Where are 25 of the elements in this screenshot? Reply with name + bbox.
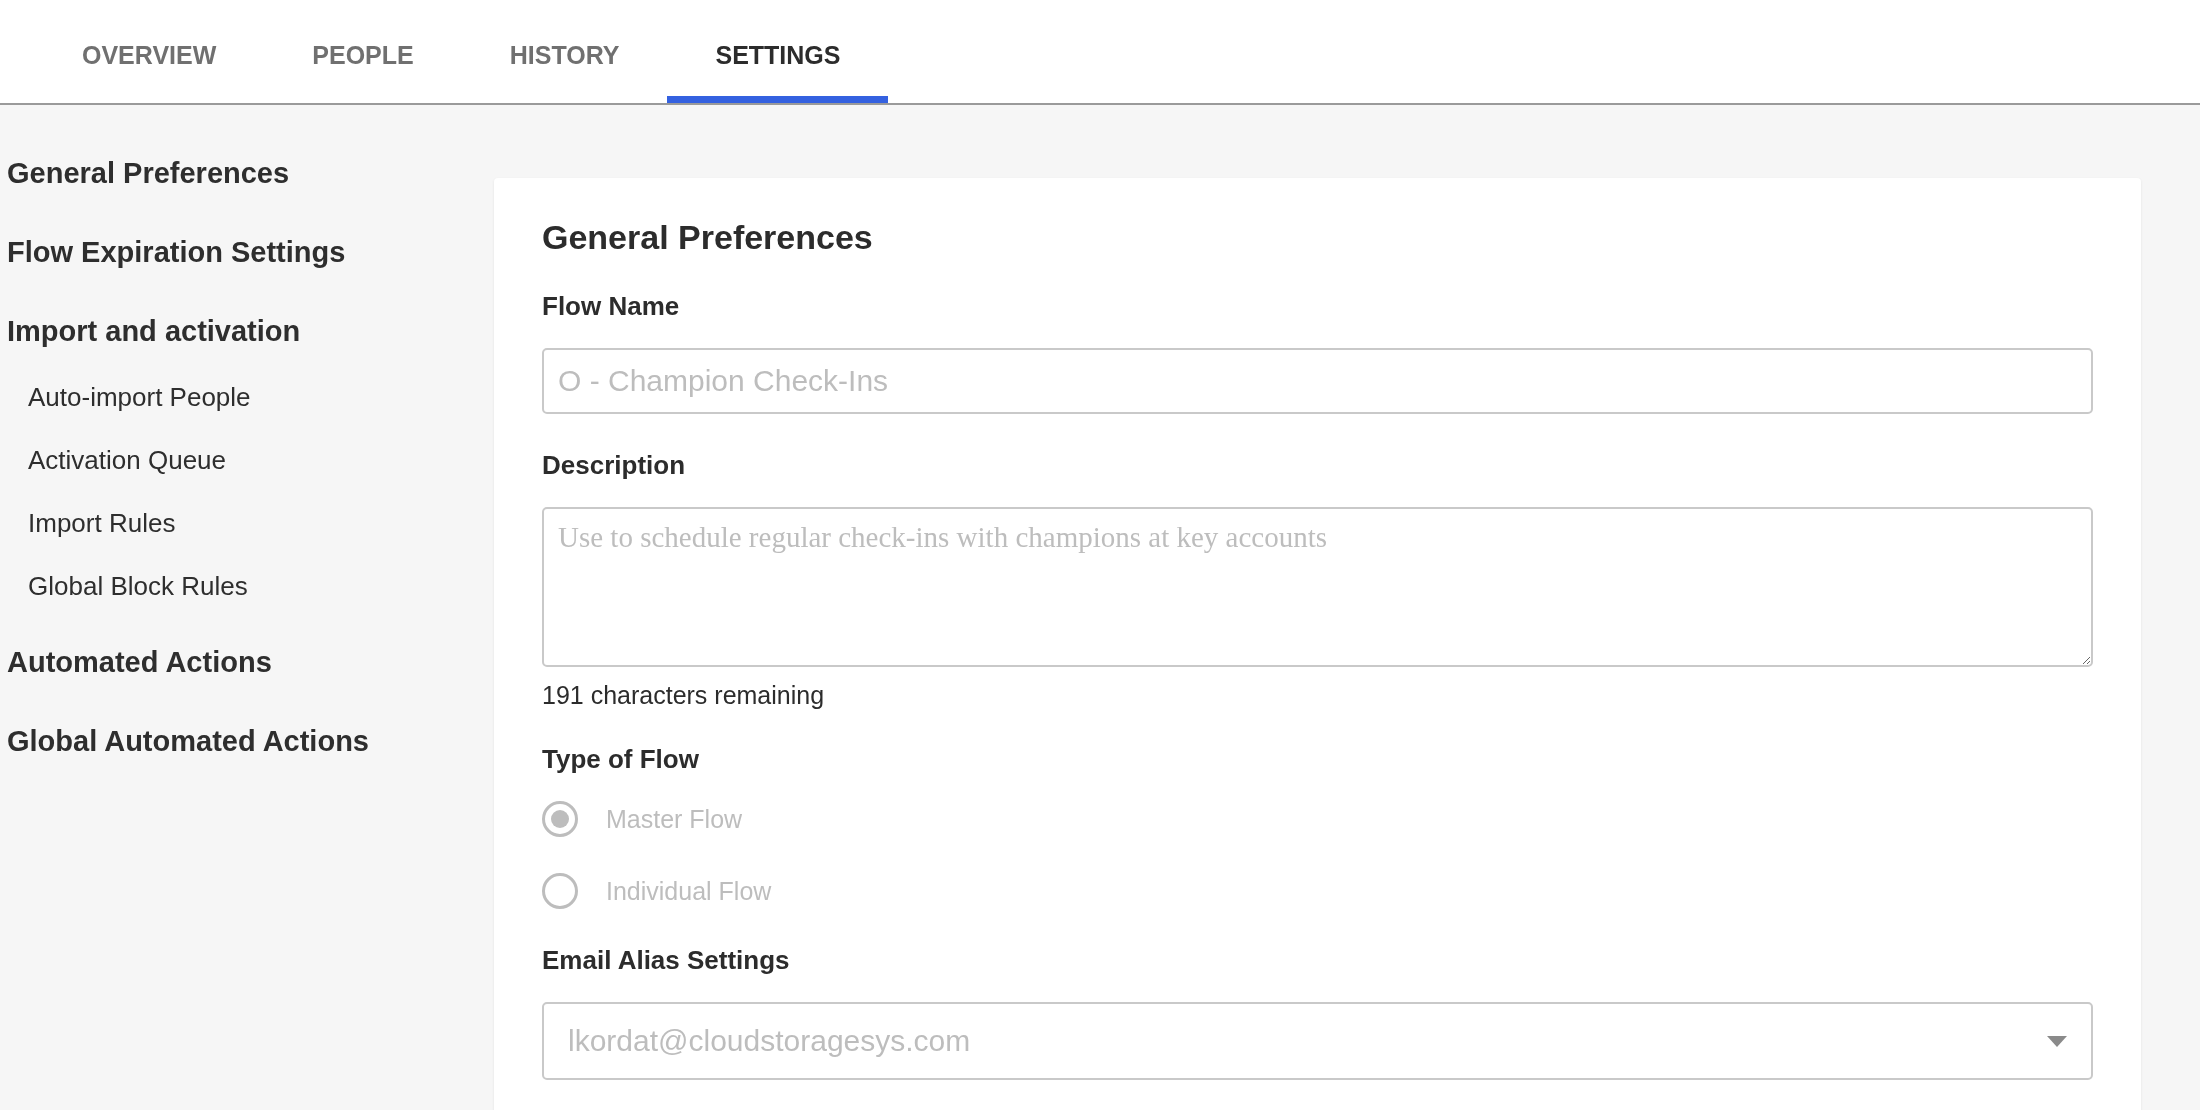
card-title: General Preferences	[542, 218, 874, 257]
description-field[interactable]: Use to schedule regular check-ins with champions at key accounts	[542, 507, 2093, 667]
field-label: Type of Flow	[542, 744, 700, 775]
flow-name-field[interactable]: O - Champion Check-Ins	[542, 348, 2093, 414]
sidebar-subitem[interactable]: Auto-import People	[28, 382, 251, 413]
caret-icon	[2047, 1035, 2067, 1047]
field-label: Email Alias Settings	[542, 945, 791, 976]
sidebar-item[interactable]: Flow Expiration Settings	[7, 228, 346, 277]
radio-label: Individual Flow	[606, 876, 772, 906]
sidebar-subitem[interactable]: Global Block Rules	[28, 571, 248, 602]
tab[interactable]: PEOPLE	[264, 0, 462, 103]
sidebar-subitem[interactable]: Import Rules	[28, 508, 176, 539]
tab[interactable]: SETTINGS	[667, 0, 889, 103]
sidebar-item[interactable]: Global Automated Actions	[7, 717, 369, 766]
field-label: Description	[542, 450, 687, 481]
field-label: Flow Name	[542, 291, 681, 322]
character-counter: 191 characters remaining	[542, 681, 826, 710]
tab[interactable]: OVERVIEW	[34, 0, 265, 103]
sidebar-item[interactable]: Import and activation	[7, 307, 301, 356]
radio-label: Master Flow	[606, 804, 743, 834]
dropdown-placeholder: lkordat@cloudstoragesys.com	[568, 1024, 971, 1058]
sidebar-item[interactable]: General Preferences	[7, 149, 290, 198]
tab[interactable]: HISTORY	[461, 0, 668, 103]
sidebar-subitem[interactable]: Activation Queue	[28, 445, 226, 476]
sidebar-item[interactable]: Automated Actions	[7, 638, 272, 687]
